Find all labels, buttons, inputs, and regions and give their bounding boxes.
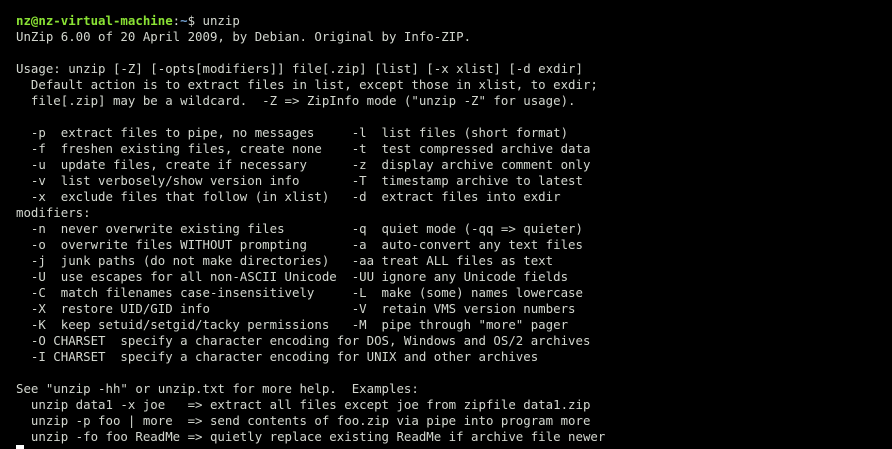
prompt-command: unzip [202,13,240,28]
output-line: unzip -p foo | more => send contents of … [16,413,591,428]
prompt-line: nz@nz-virtual-machine:~$ unzip [16,13,892,29]
output-line: unzip -fo foo ReadMe => quietly replace … [16,429,606,444]
output-line: -X restore UID/GID info -V retain VMS ve… [16,301,576,316]
output-line: -o overwrite files WITHOUT prompting -a … [16,237,583,252]
text-cursor [16,445,24,449]
output-line: -v list verbosely/show version info -T t… [16,173,583,188]
output-line: -j junk paths (do not make directories) … [16,253,554,268]
output-line: -I CHARSET specify a character encoding … [16,349,539,364]
output-line: -n never overwrite existing files -q qui… [16,221,583,236]
output-line: -p extract files to pipe, no messages -l… [16,125,569,140]
output-line: Usage: unzip [-Z] [-opts[modifiers]] fil… [16,61,583,76]
output-line: -u update files, create if necessary -z … [16,157,591,172]
terminal-window[interactable]: nz@nz-virtual-machine:~$ unzip UnZip 6.0… [0,0,892,449]
prompt-symbol: $ [187,13,203,28]
output-line: See "unzip -hh" or unzip.txt for more he… [16,381,419,396]
input-line[interactable] [16,445,892,449]
output-line: -C match filenames case-insensitively -L… [16,285,583,300]
output-line: modifiers: [16,205,91,220]
prompt-user-host: nz@nz-virtual-machine [16,13,173,28]
output-line: -f freshen existing files, create none -… [16,141,591,156]
prompt-separator: : [172,13,181,28]
prompt-path: ~ [180,13,188,28]
output-line: file[.zip] may be a wildcard. -Z => ZipI… [16,93,576,108]
output-line: UnZip 6.00 of 20 April 2009, by Debian. … [16,29,472,44]
output-line: -O CHARSET specify a character encoding … [16,333,591,348]
output-line: Default action is to extract files in li… [16,77,598,92]
output-line: unzip data1 -x joe => extract all files … [16,397,591,412]
output-line: -x exclude files that follow (in xlist) … [16,189,561,204]
output-line: -K keep setuid/setgid/tacky permissions … [16,317,569,332]
output-line: -U use escapes for all non-ASCII Unicode… [16,269,569,284]
